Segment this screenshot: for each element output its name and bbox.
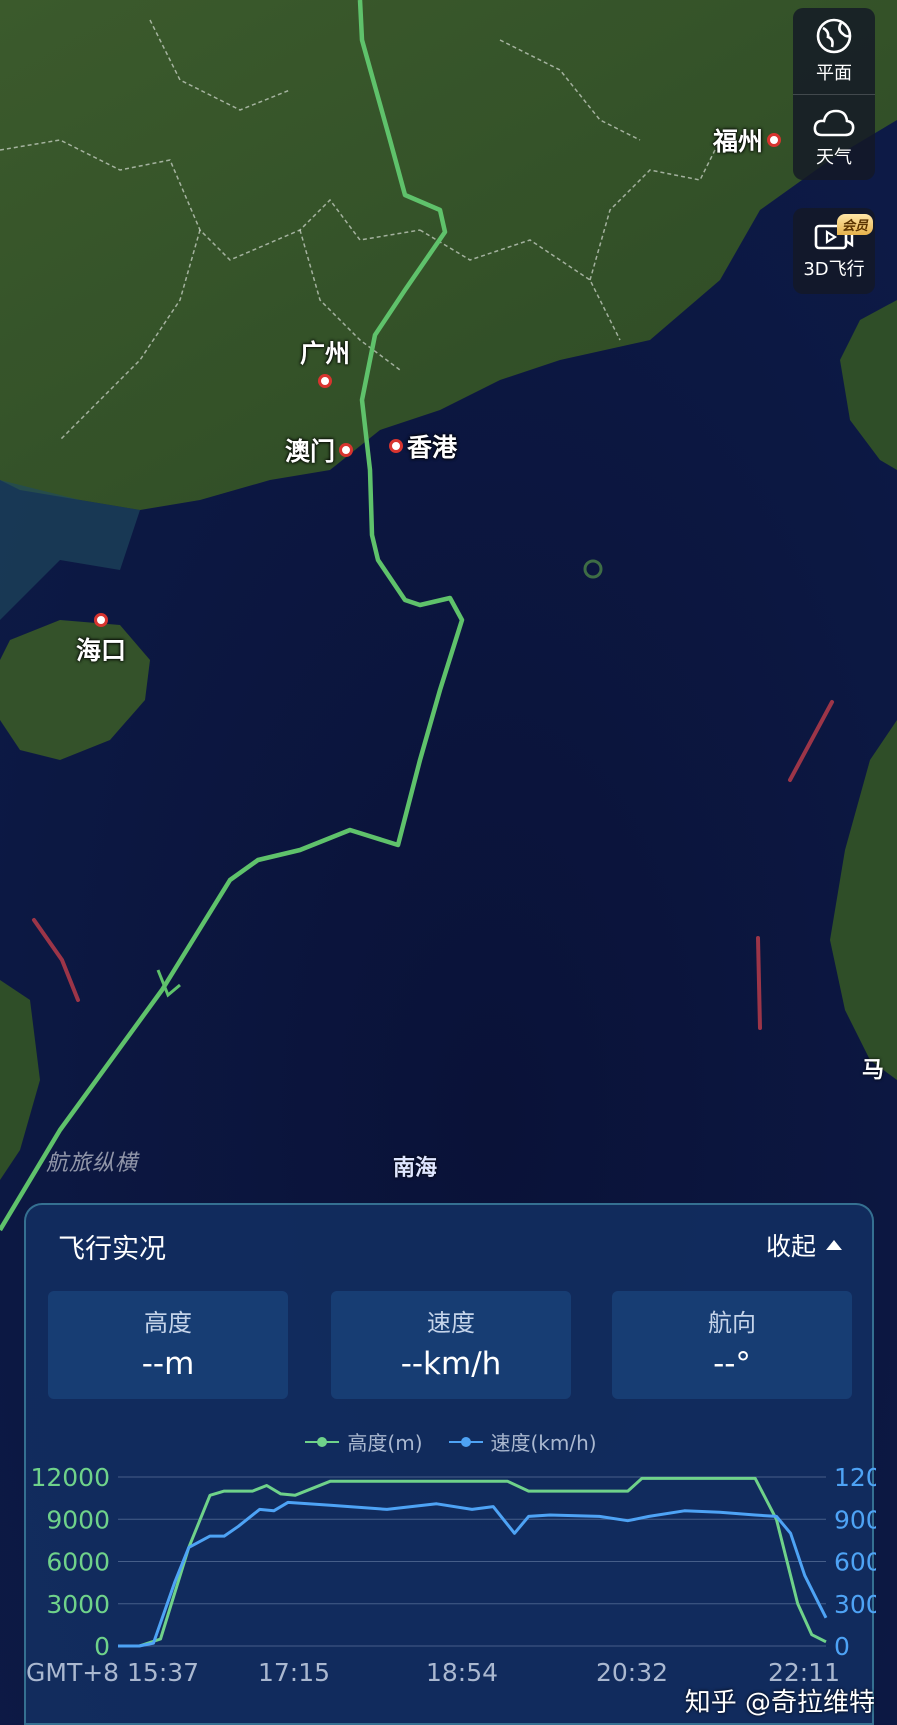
city-marker-fuzhou[interactable]: 福州 — [713, 122, 782, 158]
y-left-tick-label: 9000 — [46, 1505, 110, 1534]
x-tick-label: 18:54 — [426, 1658, 498, 1687]
speed-series-line — [118, 1500, 828, 1648]
weather-label: 天气 — [816, 146, 852, 168]
map-watermark: 航旅纵横 — [46, 1151, 139, 1176]
x-tick-label: GMT+8 15:37 — [26, 1658, 199, 1687]
city-marker-haikou[interactable]: 海口 — [76, 613, 126, 667]
sea-label: 南海 — [393, 1156, 438, 1181]
city-pin-icon — [94, 613, 108, 627]
y-left-tick-label: 6000 — [46, 1548, 110, 1577]
city-name: 广州 — [300, 339, 351, 368]
city-marker-guangzhou[interactable]: 广州 — [300, 334, 350, 388]
city-pin-icon — [318, 374, 332, 388]
city-name: 澳门 — [285, 437, 336, 466]
y-right-tick-label: 300 — [834, 1590, 876, 1619]
vip-badge: 会员 — [836, 214, 873, 235]
globe-icon — [816, 18, 852, 54]
plane-view-label: 平面 — [816, 63, 852, 84]
y-right-tick-label: 0 — [834, 1632, 850, 1661]
flight-status-panel: 飞行实况 收起 高度 --m 速度 --km/h 航向 --° 高度(m) 速度… — [24, 1203, 876, 1725]
y-left-tick-label: 3000 — [46, 1590, 110, 1619]
city-marker-hongkong[interactable]: 香港 — [389, 428, 457, 464]
fly3d-label: 3D飞行 — [803, 259, 865, 280]
map-toolbar: 平面 天气 — [793, 8, 875, 180]
y-right-tick-label: 600 — [834, 1548, 876, 1577]
y-left-tick-label: 0 — [94, 1632, 110, 1661]
city-pin-icon — [339, 443, 354, 457]
edge-city-label: 马 — [862, 1058, 885, 1083]
footer-watermark: 知乎 @奇拉维特 — [684, 1688, 875, 1718]
plane-view-button[interactable]: 平面 — [793, 8, 875, 94]
y-left-tick-label: 12000 — [30, 1463, 110, 1492]
fly3d-button[interactable]: 会员 3D飞行 — [793, 208, 875, 294]
altitude-series-line — [118, 1476, 827, 1648]
city-pin-icon — [389, 439, 403, 453]
city-name: 海口 — [76, 636, 127, 665]
city-marker-macau[interactable]: 澳门 — [285, 432, 354, 468]
city-name: 福州 — [713, 127, 764, 156]
city-pin-icon — [767, 133, 782, 147]
city-name: 香港 — [407, 433, 458, 462]
fly3d-toolbar: 会员 3D飞行 — [793, 208, 875, 294]
cloud-icon — [813, 109, 855, 136]
y-right-tick-label: 1200 — [834, 1463, 876, 1492]
x-tick-label: 17:15 — [258, 1658, 330, 1687]
weather-button[interactable]: 天气 — [793, 94, 875, 180]
flight-profile-chart[interactable]: 12000120090009006000600300030000GMT+8 15… — [26, 1205, 876, 1725]
x-tick-label: 20:32 — [596, 1658, 668, 1687]
y-right-tick-label: 900 — [834, 1505, 876, 1534]
